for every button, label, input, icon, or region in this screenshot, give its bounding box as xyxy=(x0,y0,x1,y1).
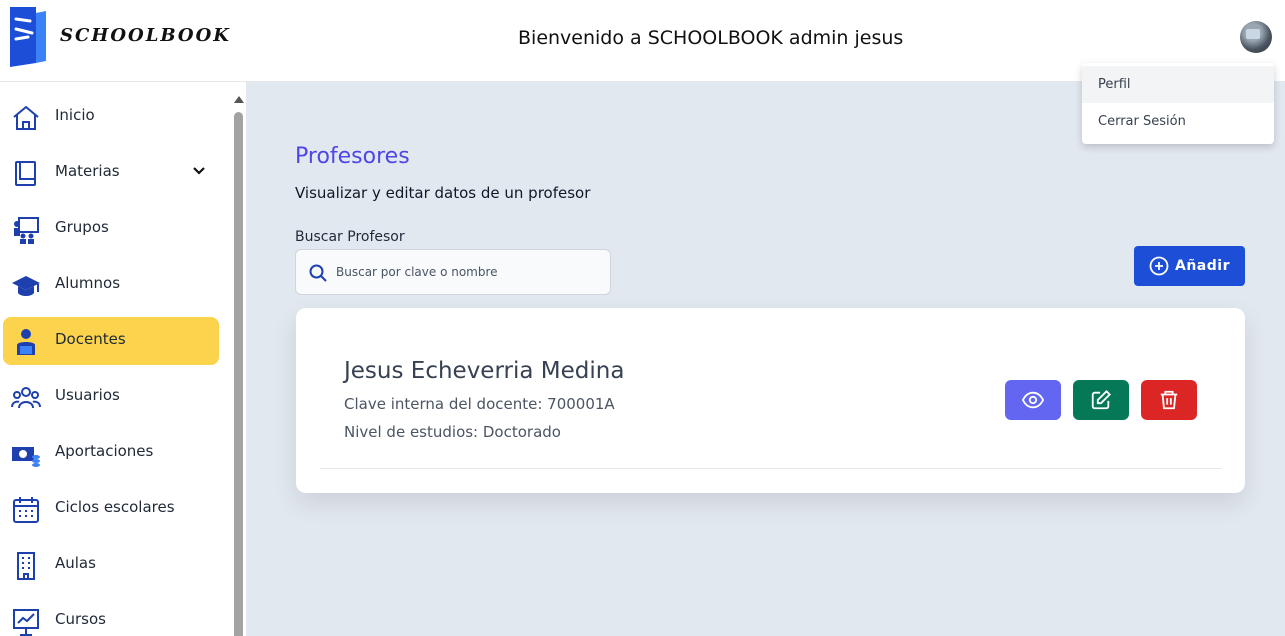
eye-icon xyxy=(1022,391,1044,409)
pencil-square-icon xyxy=(1091,389,1112,410)
sidebar-item-label: Alumnos xyxy=(55,274,121,292)
sidebar-item-ciclos-escolares[interactable]: Ciclos escolares xyxy=(3,485,219,533)
edit-button[interactable] xyxy=(1073,380,1129,420)
welcome-message: Bienvenido a SCHOOLBOOK admin jesus xyxy=(518,27,904,49)
chevron-down-icon[interactable] xyxy=(191,163,207,179)
sidebar-item-label: Grupos xyxy=(55,218,109,236)
sidebar-item-label: Aportaciones xyxy=(55,442,154,460)
logo-book-icon xyxy=(10,7,46,67)
sidebar-scrollbar[interactable] xyxy=(234,112,243,636)
sidebar-item-label: Usuarios xyxy=(55,386,120,404)
sidebar-item-label: Ciclos escolares xyxy=(55,498,175,516)
sidebar-item-inicio[interactable]: Inicio xyxy=(3,93,219,141)
search-input[interactable] xyxy=(336,250,604,294)
sidebar-item-aulas[interactable]: Aulas xyxy=(3,541,219,589)
search-label: Buscar Profesor xyxy=(295,229,405,245)
teacher-name: Jesus Echeverria Medina xyxy=(344,358,625,384)
sidebar-item-usuarios[interactable]: Usuarios xyxy=(3,373,219,421)
view-button[interactable] xyxy=(1005,380,1061,420)
building-icon xyxy=(17,552,35,580)
sidebar-item-label: Aulas xyxy=(55,554,96,572)
sidebar-item-label: Materias xyxy=(55,162,120,180)
sidebar-item-grupos[interactable]: Grupos xyxy=(3,205,219,253)
scroll-up-arrow[interactable] xyxy=(234,96,244,103)
money-icon xyxy=(12,447,40,467)
sidebar-item-aportaciones[interactable]: Aportaciones xyxy=(3,429,219,477)
sidebar-item-alumnos[interactable]: Alumnos xyxy=(3,261,219,309)
teacher-level: Nivel de estudios: Doctorado xyxy=(344,423,561,441)
logo-text: SCHOOLBOOK xyxy=(60,25,231,46)
sidebar-item-cursos[interactable]: Cursos xyxy=(3,597,219,636)
search-box xyxy=(295,249,611,295)
add-button-label: Añadir xyxy=(1175,258,1230,274)
trash-icon xyxy=(1160,390,1178,410)
calendar-icon xyxy=(13,497,39,523)
sidebar-item-materias[interactable]: Materias xyxy=(3,149,219,197)
page-title: Profesores xyxy=(295,144,410,169)
delete-button[interactable] xyxy=(1141,380,1197,420)
teacher-icon xyxy=(17,329,35,355)
sidebar-item-label: Inicio xyxy=(55,106,95,124)
menu-item-cerrar-sesion[interactable]: Cerrar Sesión xyxy=(1082,103,1274,140)
user-avatar[interactable] xyxy=(1240,21,1272,53)
book-icon xyxy=(15,161,36,186)
home-icon xyxy=(13,105,39,130)
sidebar-item-label: Docentes xyxy=(55,330,126,348)
teacher-card: Jesus Echeverria Medina Clave interna de… xyxy=(296,308,1245,493)
plus-circle-icon xyxy=(1149,256,1169,276)
sidebar-item-label: Cursos xyxy=(55,610,106,628)
app-logo[interactable]: SCHOOLBOOK xyxy=(6,5,229,67)
card-divider xyxy=(320,468,1222,469)
sidebar-item-docentes[interactable]: Docentes xyxy=(3,317,219,365)
user-dropdown-menu: Perfil Cerrar Sesión xyxy=(1082,63,1274,144)
teacher-key: Clave interna del docente: 700001A xyxy=(344,395,615,413)
page-subtitle: Visualizar y editar datos de un profesor xyxy=(295,184,591,202)
chart-board-icon xyxy=(13,609,39,636)
add-teacher-button[interactable]: Añadir xyxy=(1134,246,1245,286)
graduation-cap-icon xyxy=(12,276,40,296)
menu-item-perfil[interactable]: Perfil xyxy=(1082,66,1274,103)
users-icon xyxy=(11,387,41,409)
sidebar: Inicio Materias Grupos Alumnos Docentes … xyxy=(0,82,246,636)
search-icon xyxy=(309,264,327,282)
group-icon xyxy=(14,217,39,244)
